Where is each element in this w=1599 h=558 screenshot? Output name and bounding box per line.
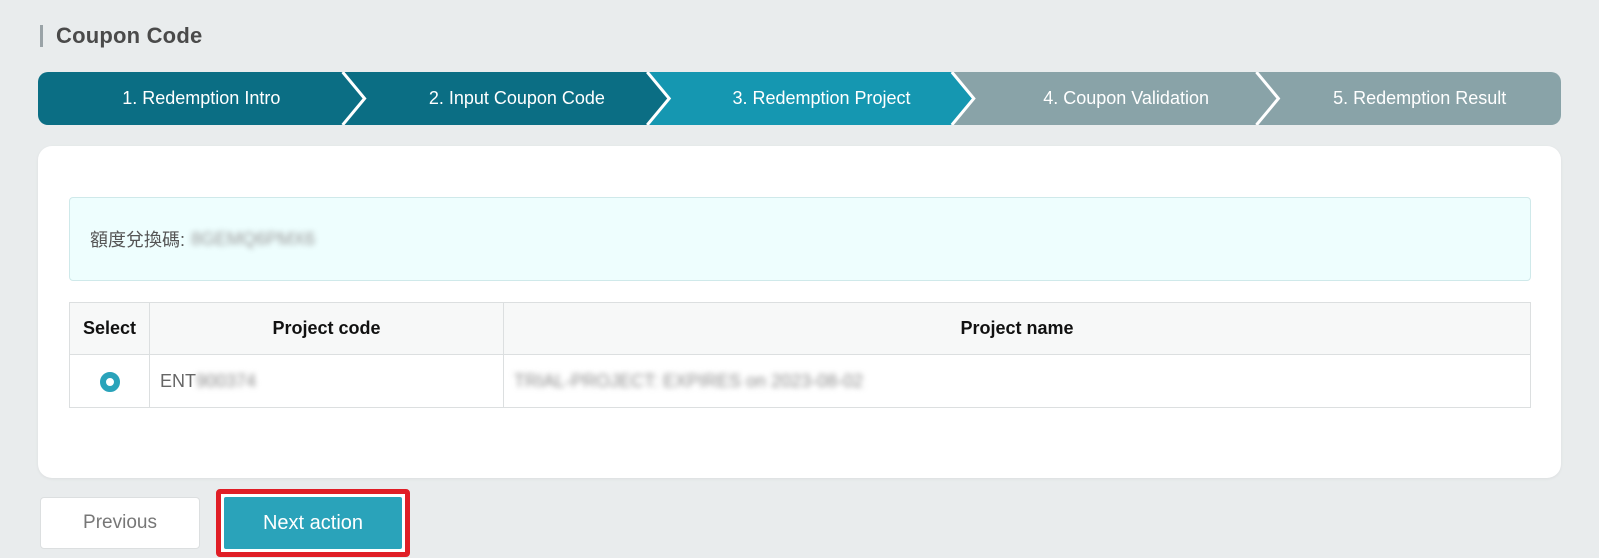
redemption-card: 額度兌換碼: 8GEMQ6PMX6 Select Project code Pr… bbox=[38, 146, 1561, 478]
table-row[interactable]: ENT900374 TRIAL-PROJECT: EXPIRES on 2023… bbox=[69, 354, 1531, 408]
next-action-button[interactable]: Next action bbox=[224, 497, 402, 549]
header-select: Select bbox=[69, 302, 150, 355]
coupon-label: 額度兌換碼: bbox=[90, 230, 186, 250]
step-coupon-validation: 4. Coupon Validation bbox=[1043, 88, 1209, 108]
page-title: Coupon Code bbox=[40, 23, 203, 48]
table-header-row: Select Project code Project name bbox=[69, 302, 1531, 355]
step-input-coupon-code: 2. Input Coupon Code bbox=[428, 88, 605, 108]
step-redemption-result: 5. Redemption Result bbox=[1333, 88, 1507, 108]
previous-button[interactable]: Previous bbox=[40, 497, 200, 549]
step-redemption-intro: 1. Redemption Intro bbox=[122, 88, 281, 108]
project-radio-button[interactable] bbox=[99, 371, 120, 392]
coupon-info-box: 額度兌換碼: 8GEMQ6PMX6 bbox=[69, 197, 1531, 281]
header-project-name: Project name bbox=[503, 302, 1531, 355]
redemption-stepper: 1. Redemption Intro 2. Input Coupon Code… bbox=[38, 72, 1561, 125]
header-project-code: Project code bbox=[149, 302, 504, 355]
project-table: Select Project code Project name ENT9003… bbox=[69, 302, 1531, 408]
project-code-rest: 900374 bbox=[196, 370, 257, 391]
select-cell bbox=[69, 354, 150, 408]
project-code-cell: ENT900374 bbox=[149, 354, 504, 408]
project-code-prefix: ENT bbox=[160, 370, 196, 391]
step-redemption-project: 3. Redemption Project bbox=[732, 88, 911, 108]
project-name-cell: TRIAL-PROJECT: EXPIRES on 2023-08-02 bbox=[503, 354, 1531, 408]
title-accent-bar bbox=[40, 25, 43, 47]
next-button-highlight: Next action bbox=[216, 489, 410, 557]
project-name: TRIAL-PROJECT: EXPIRES on 2023-08-02 bbox=[514, 370, 864, 391]
coupon-value: 8GEMQ6PMX6 bbox=[191, 228, 316, 249]
page-title-text: Coupon Code bbox=[56, 23, 203, 48]
